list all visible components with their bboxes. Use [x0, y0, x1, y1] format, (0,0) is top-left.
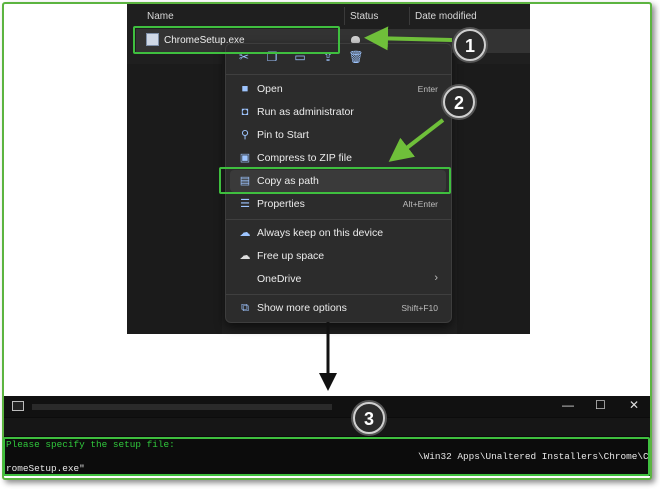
console-input-highlight-box	[3, 437, 650, 476]
console-icon	[12, 401, 24, 411]
step-badge-3: 3	[353, 402, 385, 434]
minimize-button[interactable]: —	[562, 398, 574, 412]
close-button[interactable]: ✕	[629, 398, 639, 412]
step-badge-1: 1	[454, 29, 486, 61]
step-badge-2: 2	[443, 86, 475, 118]
console-titlebar: — ☐ ✕	[4, 396, 650, 417]
maximize-button[interactable]: ☐	[595, 398, 606, 412]
arrow-step-1	[364, 26, 453, 51]
arrow-step-2	[388, 118, 445, 162]
